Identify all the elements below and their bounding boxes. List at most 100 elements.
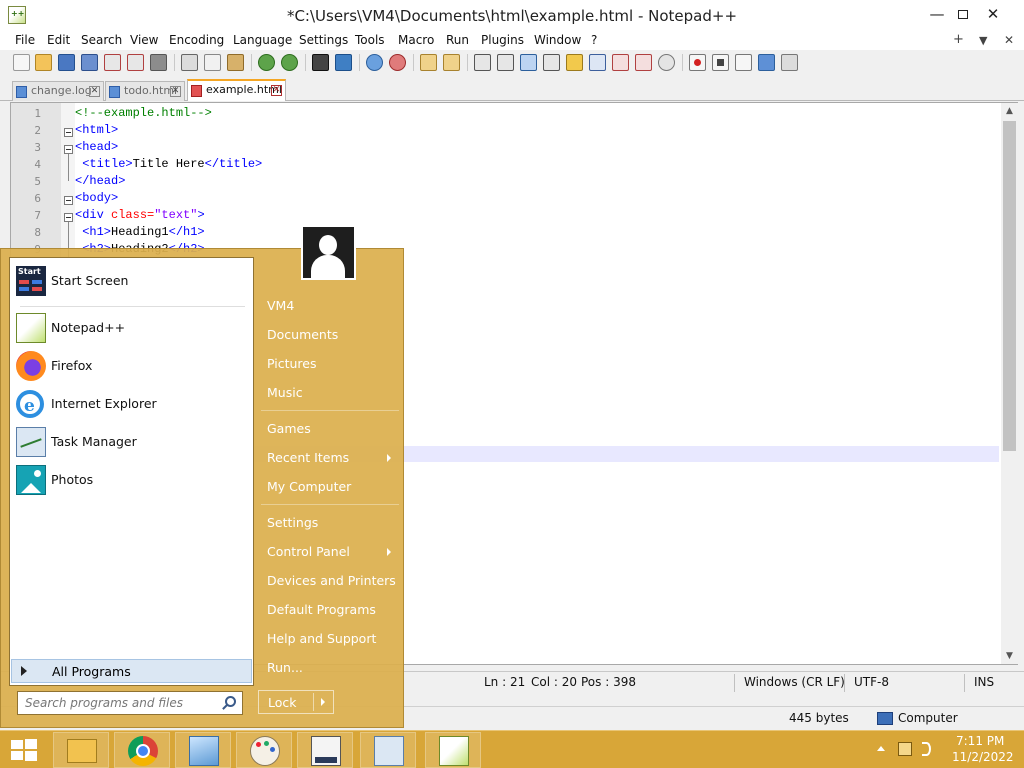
scroll-thumb[interactable] — [1003, 121, 1016, 451]
monitoring-icon[interactable] — [658, 54, 675, 71]
search-input[interactable]: Search programs and files — [17, 691, 243, 715]
taskbar-file-explorer[interactable] — [53, 732, 109, 768]
menu-language[interactable]: Language — [233, 33, 292, 47]
scroll-down-icon[interactable]: ▼ — [1001, 648, 1018, 664]
replace-icon[interactable] — [335, 54, 352, 71]
new-tab-plus-icon[interactable]: + — [953, 32, 964, 47]
udl-icon[interactable] — [543, 54, 560, 71]
start-link-settings[interactable]: Settings — [267, 515, 318, 530]
program-photos[interactable]: Photos — [10, 462, 253, 498]
menu-view[interactable]: View — [130, 33, 158, 47]
start-link-devices-printers[interactable]: Devices and Printers — [267, 573, 396, 588]
taskbar-start-screen-tool[interactable] — [297, 732, 353, 768]
close-tab-icon[interactable]: ✕ — [170, 86, 181, 97]
start-link-run[interactable]: Run... — [267, 660, 303, 675]
start-button[interactable] — [0, 731, 48, 768]
zoom-out-icon[interactable] — [389, 54, 406, 71]
taskbar-paint[interactable] — [236, 732, 292, 768]
sync-horizontal-icon[interactable] — [443, 54, 460, 71]
program-task-manager[interactable]: Task Manager — [10, 424, 253, 460]
clock-date[interactable]: 11/2/2022 — [952, 750, 1014, 764]
start-link-control-panel[interactable]: Control Panel — [267, 544, 350, 559]
sync-vertical-icon[interactable] — [420, 54, 437, 71]
tab-list-down-icon[interactable]: ▼ — [979, 34, 987, 47]
program-start-screen[interactable]: Start Start Screen — [10, 263, 253, 299]
print-icon[interactable] — [150, 54, 167, 71]
run-macro-multiple-icon[interactable] — [758, 54, 775, 71]
status-insert-mode[interactable]: INS — [974, 675, 994, 689]
start-link-my-computer[interactable]: My Computer — [267, 479, 351, 494]
close-tab-icon[interactable]: ✕ — [271, 85, 282, 96]
menu-window[interactable]: Window — [534, 33, 581, 47]
fold-toggle-icon[interactable] — [64, 128, 73, 137]
menu-file[interactable]: File — [15, 33, 35, 47]
taskbar-chrome[interactable] — [114, 732, 170, 768]
fold-toggle-icon[interactable] — [64, 145, 73, 154]
program-notepad-plus-plus[interactable]: Notepad++ — [10, 310, 253, 346]
indent-guide-icon[interactable] — [520, 54, 537, 71]
folder-workspace-icon[interactable] — [635, 54, 652, 71]
doc-list-icon[interactable] — [589, 54, 606, 71]
word-wrap-icon[interactable] — [474, 54, 491, 71]
scroll-up-icon[interactable]: ▲ — [1001, 103, 1018, 119]
search-icon[interactable] — [225, 696, 236, 707]
program-internet-explorer[interactable]: e Internet Explorer — [10, 386, 253, 422]
doc-map-icon[interactable] — [566, 54, 583, 71]
fold-toggle-icon[interactable] — [64, 196, 73, 205]
taskbar-notepad-plus-plus[interactable] — [425, 732, 481, 768]
zoom-in-icon[interactable] — [366, 54, 383, 71]
tab-example-html[interactable]: example.html ✕ — [187, 79, 286, 101]
menu-encoding[interactable]: Encoding — [169, 33, 224, 47]
menu-search[interactable]: Search — [81, 33, 122, 47]
taskbar-task-manager[interactable] — [360, 732, 416, 768]
vertical-scrollbar[interactable]: ▲ ▼ — [1001, 103, 1018, 664]
open-file-icon[interactable] — [35, 54, 52, 71]
copy-icon[interactable] — [204, 54, 221, 71]
start-link-recent-items[interactable]: Recent Items — [267, 450, 349, 465]
menu-edit[interactable]: Edit — [47, 33, 70, 47]
volume-icon[interactable] — [922, 742, 931, 756]
chevron-right-icon[interactable] — [321, 698, 325, 706]
lock-button[interactable]: Lock — [258, 690, 334, 714]
function-list-icon[interactable] — [612, 54, 629, 71]
program-firefox[interactable]: Firefox — [10, 348, 253, 384]
start-link-help-support[interactable]: Help and Support — [267, 631, 376, 646]
new-file-icon[interactable] — [13, 54, 30, 71]
user-avatar[interactable] — [301, 225, 356, 280]
close-doc-icon[interactable]: ✕ — [1004, 33, 1014, 47]
taskbar-notepad[interactable] — [175, 732, 231, 768]
menu-settings[interactable]: Settings — [299, 33, 348, 47]
save-macro-icon[interactable] — [781, 54, 798, 71]
save-icon[interactable] — [58, 54, 75, 71]
show-hidden-icons-icon[interactable] — [877, 746, 885, 751]
clock-time[interactable]: 7:11 PM — [956, 734, 1004, 748]
close-file-icon[interactable] — [104, 54, 121, 71]
save-all-icon[interactable] — [81, 54, 98, 71]
menu-macro[interactable]: Macro — [398, 33, 434, 47]
start-link-games[interactable]: Games — [267, 421, 311, 436]
tab-todo-html[interactable]: todo.html ✕ — [105, 81, 185, 101]
start-link-music[interactable]: Music — [267, 385, 303, 400]
close-button[interactable]: ✕ — [970, 0, 1016, 30]
menu-tools[interactable]: Tools — [355, 33, 385, 47]
all-programs-button[interactable]: All Programs — [11, 659, 252, 683]
close-all-icon[interactable] — [127, 54, 144, 71]
paste-icon[interactable] — [227, 54, 244, 71]
close-tab-icon[interactable]: ✕ — [89, 86, 100, 97]
cut-icon[interactable] — [181, 54, 198, 71]
start-link-default-programs[interactable]: Default Programs — [267, 602, 376, 617]
show-all-chars-icon[interactable] — [497, 54, 514, 71]
undo-icon[interactable] — [258, 54, 275, 71]
status-eol[interactable]: Windows (CR LF) — [744, 675, 845, 689]
record-macro-icon[interactable] — [689, 54, 706, 71]
play-macro-icon[interactable] — [735, 54, 752, 71]
stop-macro-icon[interactable] — [712, 54, 729, 71]
title-bar[interactable]: *C:\Users\VM4\Documents\html\example.htm… — [0, 0, 1024, 32]
network-icon[interactable] — [898, 742, 912, 756]
start-link-pictures[interactable]: Pictures — [267, 356, 317, 371]
find-icon[interactable] — [312, 54, 329, 71]
menu-run[interactable]: Run — [446, 33, 469, 47]
menu-help[interactable]: ? — [591, 33, 597, 47]
start-link-user[interactable]: VM4 — [267, 298, 294, 313]
redo-icon[interactable] — [281, 54, 298, 71]
